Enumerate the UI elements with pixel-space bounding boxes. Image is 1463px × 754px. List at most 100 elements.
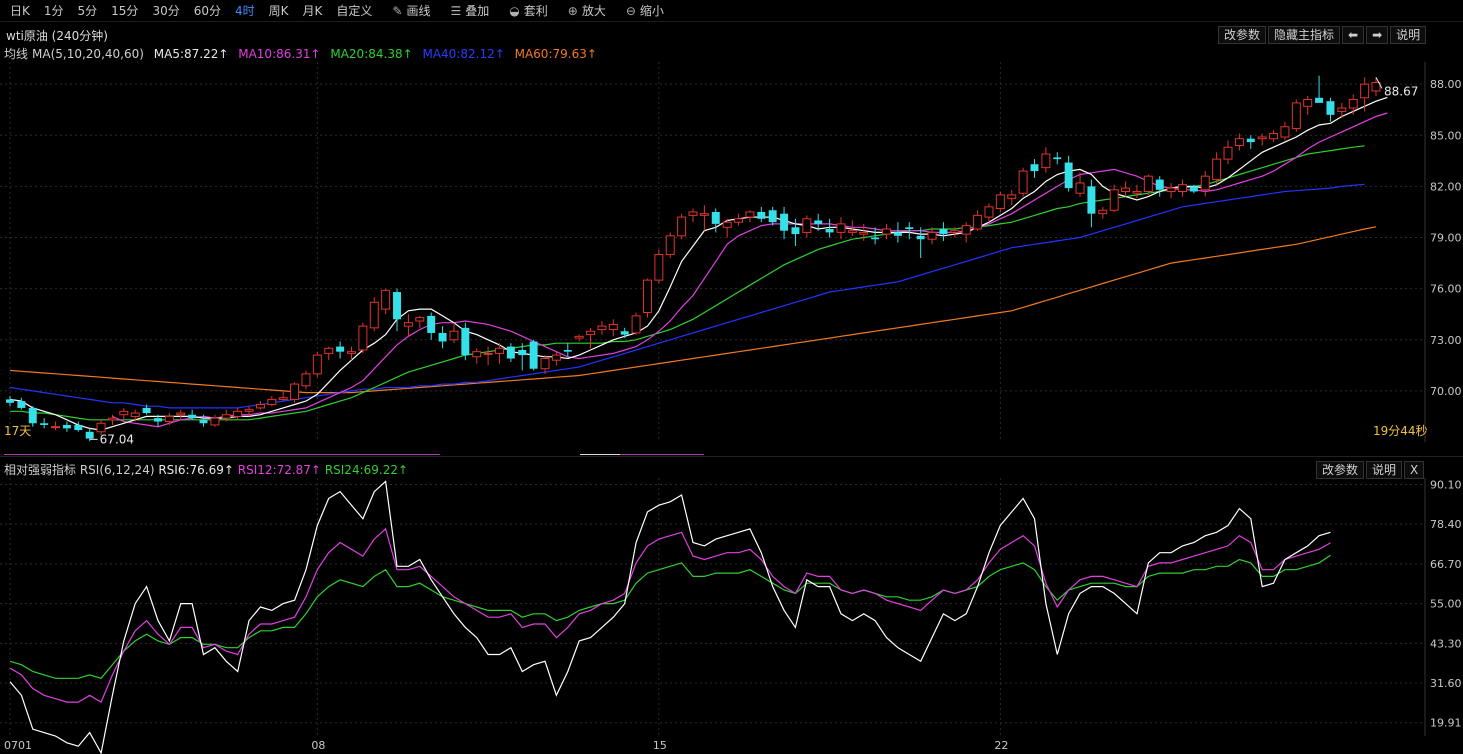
timeframe-tab-5[interactable]: 60分 <box>194 2 221 19</box>
candle-body <box>768 210 777 223</box>
candle-body <box>28 407 37 424</box>
y-tick-label: 70.00 <box>1430 385 1462 398</box>
timeframe-tab-4[interactable]: 30分 <box>152 2 179 19</box>
candle-body <box>950 230 960 233</box>
candle <box>1098 206 1108 219</box>
candle-body <box>267 398 277 406</box>
candle <box>1371 77 1381 97</box>
candle-body <box>85 431 94 439</box>
candle-body <box>483 352 493 355</box>
candle <box>597 321 607 335</box>
rsi-change-params-button[interactable]: 改参数 <box>1316 461 1365 479</box>
rsi-title: 相对强弱指标 <box>4 463 77 477</box>
candle <box>415 315 425 328</box>
candle <box>483 346 493 366</box>
zoom-in-button[interactable]: ⊕ 放大 <box>568 2 606 19</box>
candle-body <box>1303 98 1313 107</box>
timeframe-tab-3[interactable]: 15分 <box>111 2 138 19</box>
candle <box>17 397 26 410</box>
next-arrow-icon[interactable]: ➡ <box>1366 26 1389 44</box>
change-params-button[interactable]: 改参数 <box>1218 26 1267 44</box>
candle <box>563 343 572 357</box>
candle-body <box>1234 138 1244 146</box>
candle <box>711 208 720 233</box>
candle <box>472 348 482 364</box>
candle-body <box>74 424 83 431</box>
candle <box>461 322 470 361</box>
close-icon[interactable]: X <box>1404 461 1425 479</box>
arbitrage-button[interactable]: ◒ 套利 <box>509 2 548 19</box>
candle <box>1269 130 1279 143</box>
high-price-marker: 88.67 <box>1384 84 1418 98</box>
candle-body <box>882 228 892 235</box>
pencil-label: 画线 <box>406 4 431 18</box>
chart-title: wti原油 (240分钟) <box>6 29 108 43</box>
candle-body <box>393 292 402 320</box>
candle-body <box>1098 209 1108 215</box>
candle-body <box>1246 138 1255 143</box>
candle-body <box>17 401 26 408</box>
candle <box>688 208 698 223</box>
days-label: 17天 <box>4 424 31 438</box>
zoom-out-button[interactable]: ⊖ 缩小 <box>626 2 664 19</box>
timeframe-tab-7[interactable]: 周K <box>269 2 289 19</box>
candle-body <box>1212 158 1222 181</box>
candle-body <box>859 231 869 235</box>
candle-body <box>847 230 857 233</box>
candle-body <box>1030 164 1039 172</box>
rsi-chart[interactable]: 19.91 31.60 43.30 55.00 66.70 78.40 90.10 0701 0… <box>0 478 1463 754</box>
pencil-button[interactable]: ✎ 画线 <box>392 2 430 19</box>
candle-body <box>529 341 538 369</box>
rsi-help-button[interactable]: 说明 <box>1366 461 1403 479</box>
candle <box>233 407 243 420</box>
timeframe-tab-6[interactable]: 4时 <box>235 2 255 19</box>
candle-body <box>233 410 243 417</box>
candle <box>312 351 322 378</box>
candle-body <box>973 214 983 230</box>
candle-body <box>916 235 925 240</box>
timeframe-tab-8[interactable]: 月K <box>303 2 323 19</box>
candle <box>939 222 948 241</box>
candle-body <box>540 358 550 370</box>
candle <box>1109 184 1119 212</box>
candle <box>757 206 766 223</box>
candle-body <box>825 228 834 233</box>
candle-body <box>893 232 902 236</box>
candle <box>62 421 71 432</box>
timeframe-tab-2[interactable]: 5分 <box>78 2 98 19</box>
candle-body <box>597 325 607 331</box>
candle <box>324 346 334 361</box>
candle-body <box>654 254 664 281</box>
candle-body <box>711 211 720 224</box>
hide-main-indicator-button[interactable]: 隐藏主指标 <box>1268 26 1341 44</box>
timeframe-tab-0[interactable]: 日K <box>10 2 30 19</box>
rsi6-line <box>9 480 1331 754</box>
timeframe-tab-9[interactable]: 自定义 <box>336 2 372 19</box>
candle-body <box>608 323 618 331</box>
candle-body <box>1291 102 1301 129</box>
candle-body <box>62 424 71 429</box>
ma-params: MA(5,10,20,40,60) <box>32 47 144 61</box>
zoom-out-label: 缩小 <box>639 4 664 18</box>
candle <box>1246 135 1255 149</box>
candle-body <box>415 317 425 322</box>
candle <box>1315 75 1324 103</box>
y-tick-label: 82.00 <box>1430 180 1462 193</box>
price-chart[interactable]: 70.00 73.00 76.00 79.00 82.00 85.00 88.00 67.04… <box>0 62 1463 455</box>
scroll-thumb <box>580 454 620 455</box>
candle-body <box>1360 83 1370 99</box>
candle-body <box>734 218 744 223</box>
candle <box>1234 133 1244 151</box>
candle-body <box>780 213 789 231</box>
candle <box>677 213 687 240</box>
rsi12-value: RSI12:72.87↑ <box>237 463 321 477</box>
candle <box>1326 97 1335 122</box>
help-button[interactable]: 说明 <box>1390 26 1427 44</box>
layers-button[interactable]: ☰ 叠加 <box>450 2 489 19</box>
prev-arrow-icon[interactable]: ⬅ <box>1342 26 1365 44</box>
candle <box>51 421 61 431</box>
candle-body <box>381 289 391 310</box>
ma20-value: MA20:84.38↑ <box>330 47 413 61</box>
timeframe-tab-1[interactable]: 1分 <box>44 2 64 19</box>
panel-divider <box>0 456 1463 457</box>
